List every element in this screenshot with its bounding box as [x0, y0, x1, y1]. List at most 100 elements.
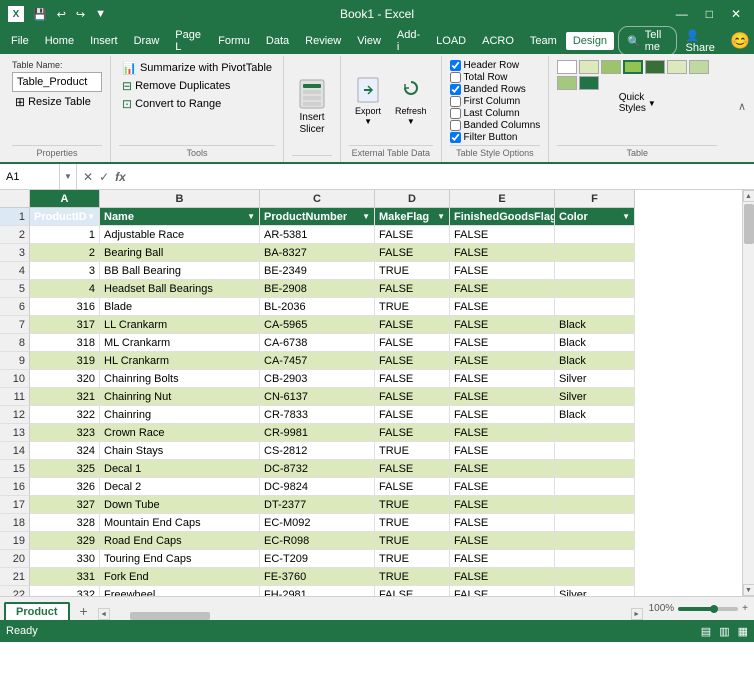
cell-13-f[interactable]	[555, 424, 635, 442]
cell-12-a[interactable]: 322	[30, 406, 100, 424]
menu-data[interactable]: Data	[259, 32, 296, 50]
summarize-pivot-button[interactable]: 📊 Summarize with PivotTable	[119, 60, 275, 76]
cell-4-f[interactable]	[555, 262, 635, 280]
style-swatch-1[interactable]	[557, 60, 577, 74]
banded-columns-checkbox[interactable]	[450, 120, 461, 131]
restore-button[interactable]: □	[701, 5, 718, 23]
header-row-checkbox-label[interactable]: Header Row	[450, 60, 541, 71]
header-color[interactable]: Color ▼	[555, 208, 635, 226]
cell-4-c[interactable]: BE-2349	[260, 262, 375, 280]
cell-11-e[interactable]: FALSE	[450, 388, 555, 406]
scroll-thumb[interactable]	[744, 204, 754, 244]
horiz-scroll-track[interactable]	[110, 608, 631, 620]
zoom-handle[interactable]	[710, 605, 718, 613]
cell-3-b[interactable]: Bearing Ball	[100, 244, 260, 262]
cell-6-a[interactable]: 316	[30, 298, 100, 316]
first-column-checkbox[interactable]	[450, 96, 461, 107]
cell-19-c[interactable]: EC-R098	[260, 532, 375, 550]
cell-15-d[interactable]: FALSE	[375, 460, 450, 478]
cell-9-a[interactable]: 319	[30, 352, 100, 370]
cell-18-e[interactable]: FALSE	[450, 514, 555, 532]
menu-home[interactable]: Home	[38, 32, 81, 50]
cell-10-e[interactable]: FALSE	[450, 370, 555, 388]
cell-3-f[interactable]	[555, 244, 635, 262]
cell-9-b[interactable]: HL Crankarm	[100, 352, 260, 370]
cell-14-a[interactable]: 324	[30, 442, 100, 460]
menu-pagelayout[interactable]: Page L	[168, 26, 209, 56]
cell-2-e[interactable]: FALSE	[450, 226, 555, 244]
col-header-a[interactable]: A	[30, 190, 100, 208]
cell-7-f[interactable]: Black	[555, 316, 635, 334]
cell-16-c[interactable]: DC-9824	[260, 478, 375, 496]
style-swatch-3[interactable]	[601, 60, 621, 74]
add-sheet-button[interactable]: +	[74, 602, 94, 620]
col-header-c[interactable]: C	[260, 190, 375, 208]
cell-9-f[interactable]: Black	[555, 352, 635, 370]
table-name-input[interactable]	[12, 72, 102, 92]
cell-7-e[interactable]: FALSE	[450, 316, 555, 334]
cell-15-e[interactable]: FALSE	[450, 460, 555, 478]
style-swatch-active[interactable]	[623, 60, 643, 74]
menu-addin[interactable]: Add-i	[390, 26, 427, 56]
cell-14-f[interactable]	[555, 442, 635, 460]
cell-17-a[interactable]: 327	[30, 496, 100, 514]
cell-10-c[interactable]: CB-2903	[260, 370, 375, 388]
cell-20-c[interactable]: EC-T209	[260, 550, 375, 568]
cell-4-e[interactable]: FALSE	[450, 262, 555, 280]
horizontal-scrollbar[interactable]: ◄ ►	[98, 608, 643, 620]
style-swatch-7[interactable]	[689, 60, 709, 74]
sheet-tab-product[interactable]: Product	[4, 602, 70, 620]
cell-17-c[interactable]: DT-2377	[260, 496, 375, 514]
resize-table-button[interactable]: ⊞ Resize Table	[12, 94, 102, 110]
menu-acro[interactable]: ACRO	[475, 32, 521, 50]
filter-productid-icon[interactable]: ▼	[87, 212, 95, 221]
cell-22-b[interactable]: Freewheel	[100, 586, 260, 596]
scroll-left-button[interactable]: ◄	[98, 608, 110, 620]
scroll-down-button[interactable]: ▼	[743, 584, 754, 596]
cell-8-b[interactable]: ML Crankarm	[100, 334, 260, 352]
cell-5-f[interactable]	[555, 280, 635, 298]
cell-11-d[interactable]: FALSE	[375, 388, 450, 406]
cell-3-c[interactable]: BA-8327	[260, 244, 375, 262]
cell-7-c[interactable]: CA-5965	[260, 316, 375, 334]
style-swatch-8[interactable]	[557, 76, 577, 90]
cell-20-f[interactable]	[555, 550, 635, 568]
tell-me-button[interactable]: 🔍 Tell me	[618, 26, 676, 56]
cell-8-f[interactable]: Black	[555, 334, 635, 352]
last-column-checkbox-label[interactable]: Last Column	[450, 108, 541, 119]
cell-13-d[interactable]: FALSE	[375, 424, 450, 442]
horiz-scroll-thumb[interactable]	[130, 612, 210, 620]
cell-12-d[interactable]: FALSE	[375, 406, 450, 424]
cell-13-c[interactable]: CR-9981	[260, 424, 375, 442]
col-header-f[interactable]: F	[555, 190, 635, 208]
cell-7-a[interactable]: 317	[30, 316, 100, 334]
vertical-scrollbar[interactable]: ▲ ▼	[742, 190, 754, 596]
cell-12-e[interactable]: FALSE	[450, 406, 555, 424]
convert-to-range-button[interactable]: ⊡ Convert to Range	[119, 96, 275, 112]
cell-5-e[interactable]: FALSE	[450, 280, 555, 298]
cell-3-d[interactable]: FALSE	[375, 244, 450, 262]
style-swatch-2[interactable]	[579, 60, 599, 74]
cell-4-a[interactable]: 3	[30, 262, 100, 280]
cell-12-c[interactable]: CR-7833	[260, 406, 375, 424]
cell-5-c[interactable]: BE-2908	[260, 280, 375, 298]
filter-color-icon[interactable]: ▼	[622, 212, 630, 221]
cell-12-f[interactable]: Black	[555, 406, 635, 424]
cell-7-d[interactable]: FALSE	[375, 316, 450, 334]
cell-15-c[interactable]: DC-8732	[260, 460, 375, 478]
undo-icon[interactable]: ↩	[54, 6, 69, 23]
cell-6-b[interactable]: Blade	[100, 298, 260, 316]
scroll-track[interactable]	[743, 202, 754, 584]
status-view-normal[interactable]: ▤	[701, 625, 711, 638]
cell-3-a[interactable]: 2	[30, 244, 100, 262]
cell-13-b[interactable]: Crown Race	[100, 424, 260, 442]
header-productnumber[interactable]: ProductNumber ▼	[260, 208, 375, 226]
redo-icon[interactable]: ↪	[73, 6, 88, 23]
cell-7-b[interactable]: LL Crankarm	[100, 316, 260, 334]
cell-2-a[interactable]: 1	[30, 226, 100, 244]
col-header-e[interactable]: E	[450, 190, 555, 208]
cell-14-e[interactable]: FALSE	[450, 442, 555, 460]
col-header-b[interactable]: B	[100, 190, 260, 208]
status-view-pagebreak[interactable]: ▦	[738, 625, 748, 638]
cell-6-c[interactable]: BL-2036	[260, 298, 375, 316]
